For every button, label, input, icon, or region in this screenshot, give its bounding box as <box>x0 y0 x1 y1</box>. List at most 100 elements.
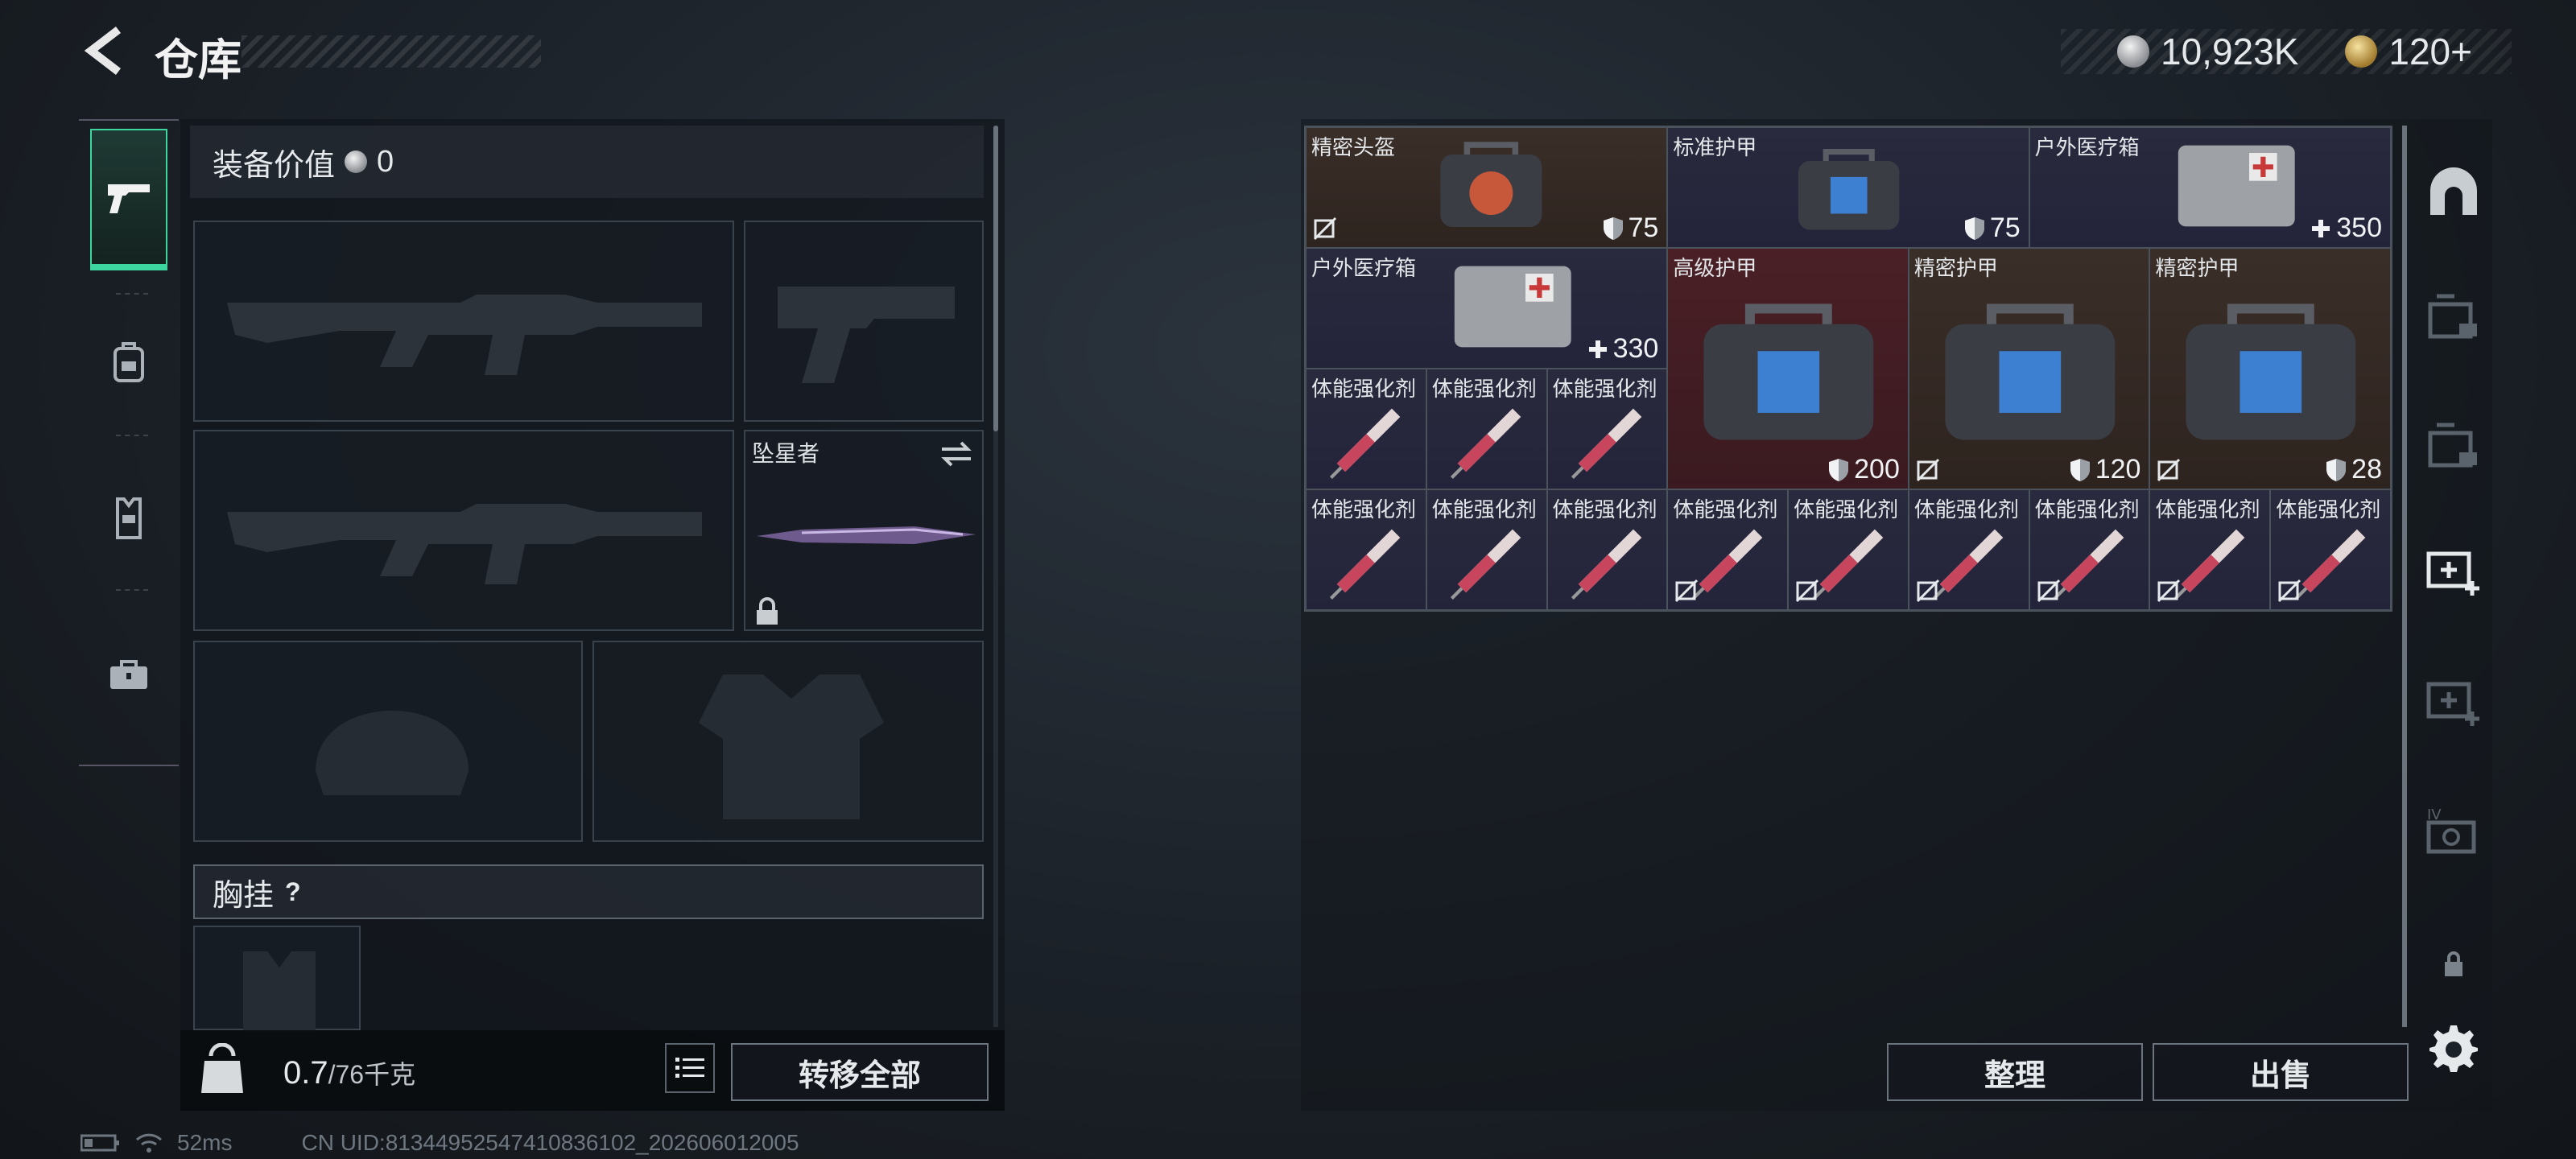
storage-iv-icon: IV <box>2426 806 2476 854</box>
gold-amount[interactable]: 120+ <box>2388 30 2472 73</box>
title-decoration <box>242 35 541 68</box>
stash-item[interactable]: 体能强化剂 <box>1426 369 1547 489</box>
list-icon <box>675 1058 704 1078</box>
weight-icon <box>200 1042 245 1096</box>
stash-item[interactable]: 体能强化剂 <box>1306 369 1426 489</box>
chest-rig-slot[interactable] <box>193 926 361 1032</box>
item-name: 高级护甲 <box>1673 256 1757 280</box>
item-name: 精密护甲 <box>1913 256 1998 280</box>
stash-item[interactable]: 户外医疗箱 350 <box>2029 127 2391 248</box>
item-value-number: 330 <box>1612 333 1659 364</box>
knife-icon <box>757 526 976 544</box>
transfer-all-button[interactable]: 转移全部 <box>731 1043 989 1101</box>
no-lose-icon <box>2157 579 2181 603</box>
weight-readout: 0.7/76千克 <box>283 1054 415 1091</box>
stash-tab-main[interactable] <box>2421 161 2486 225</box>
item-name: 体能强化剂 <box>1794 497 1899 522</box>
help-icon[interactable]: ? <box>285 877 301 907</box>
melee-slot[interactable]: 坠星者 <box>744 430 984 631</box>
stash-item[interactable]: 体能强化剂 <box>2149 489 2271 610</box>
settings-button[interactable] <box>2421 1016 2486 1080</box>
right-scrollbar[interactable] <box>2402 126 2407 1027</box>
no-lose-icon <box>1916 579 1939 603</box>
item-value-number: 75 <box>1989 212 2021 243</box>
stash-item[interactable]: 体能强化剂 <box>1426 489 1547 610</box>
uid-text: CN UID:8134495254741083610​2_20260601200… <box>301 1130 799 1155</box>
syringe-icon <box>1330 529 1401 600</box>
stash-item[interactable]: 高级护甲 200 <box>1667 248 1909 489</box>
tab-weapons[interactable] <box>90 129 167 270</box>
medical-filter-tab-2[interactable] <box>2421 670 2486 734</box>
stash-item[interactable]: 标准护甲 75 <box>1667 127 2029 248</box>
stash-item[interactable]: 体能强化剂 <box>1788 489 1909 610</box>
stash-item[interactable]: 精密护甲 28 <box>2149 248 2391 489</box>
sell-button[interactable]: 出售 <box>2153 1043 2409 1101</box>
stash-item[interactable]: 户外医疗箱 330 <box>1306 248 1668 369</box>
lock-icon <box>2445 951 2462 976</box>
item-name: 体能强化剂 <box>1431 377 1537 401</box>
item-value-number: 120 <box>2095 454 2141 485</box>
stash-item[interactable]: 体能强化剂 <box>1546 489 1668 610</box>
rifle-silhouette-icon <box>227 295 702 375</box>
medkit-add-icon <box>2426 682 2479 726</box>
item-name: 精密护甲 <box>2155 256 2240 280</box>
syringe-icon <box>1812 529 1883 600</box>
silver-coin-icon <box>345 151 368 173</box>
equipment-value: 0 <box>377 144 394 179</box>
item-value: 28 <box>2326 454 2382 485</box>
left-scrollbar[interactable] <box>993 126 998 431</box>
stash-item[interactable]: 体能强化剂 <box>2270 489 2391 610</box>
no-lose-icon <box>1675 579 1699 603</box>
shield-icon <box>2070 458 2090 481</box>
stash-tab-3[interactable] <box>2421 412 2486 476</box>
item-name: 体能强化剂 <box>1431 497 1537 522</box>
sort-button[interactable]: 整理 <box>1887 1043 2143 1101</box>
pistol-icon <box>108 184 150 213</box>
back-button[interactable] <box>77 23 134 79</box>
wifi-icon <box>135 1133 163 1153</box>
swap-icon[interactable] <box>939 438 974 470</box>
item-name: 体能强化剂 <box>1552 377 1657 401</box>
stash-item[interactable]: 精密头盔 75 <box>1306 127 1668 248</box>
stash-item[interactable]: 体能强化剂 <box>1306 489 1426 610</box>
syringe-icon <box>1691 529 1763 600</box>
item-value: 75 <box>1603 212 1658 244</box>
primary-weapon-slot-1[interactable] <box>193 221 734 422</box>
stash-tab-iv[interactable]: IV <box>2421 798 2486 863</box>
armor-silhouette-icon <box>699 674 884 819</box>
tab-vest[interactable] <box>90 448 167 589</box>
stash-item[interactable]: 体能强化剂 <box>1667 489 1789 610</box>
medical-filter-tab[interactable] <box>2421 539 2486 604</box>
stash-item[interactable]: 体能强化剂 <box>1546 369 1668 489</box>
chest-rig-silhouette-icon <box>243 951 316 1032</box>
no-lose-icon <box>1916 458 1939 482</box>
armor-bag-icon <box>1703 303 1874 440</box>
tab-backpack[interactable] <box>90 291 167 433</box>
plus-icon <box>1588 340 1607 358</box>
shield-icon <box>1964 217 1984 240</box>
lock-toggle[interactable] <box>2421 932 2486 996</box>
stash-item[interactable]: 体能强化剂 <box>2029 489 2150 610</box>
primary-weapon-slot-2[interactable] <box>193 430 734 631</box>
storage-box-icon <box>2428 294 2477 339</box>
item-name: 体能强化剂 <box>1913 497 2019 522</box>
tab-toolbox[interactable] <box>90 604 167 745</box>
syringe-icon <box>1451 408 1521 479</box>
lock-icon <box>757 597 778 625</box>
silver-coin-icon <box>2117 35 2149 68</box>
helmet-slot[interactable] <box>193 641 583 842</box>
stash-item[interactable]: 精密护甲 120 <box>1908 248 2150 489</box>
armor-slot[interactable] <box>592 641 984 842</box>
plus-icon <box>2312 219 2330 237</box>
item-name: 体能强化剂 <box>1311 377 1417 401</box>
item-name: 体能强化剂 <box>1311 497 1417 522</box>
pistol-slot[interactable] <box>744 221 984 422</box>
vest-icon <box>116 497 142 539</box>
stash-tab-2[interactable] <box>2421 283 2486 348</box>
stash-item[interactable]: 体能强化剂 <box>1908 489 2029 610</box>
chest-rig-label: 胸挂 <box>213 878 275 913</box>
no-lose-icon <box>1796 579 1819 603</box>
syringe-icon <box>1571 529 1642 600</box>
list-view-button[interactable] <box>665 1043 715 1093</box>
equipment-value-label: 装备价值 <box>213 148 336 183</box>
